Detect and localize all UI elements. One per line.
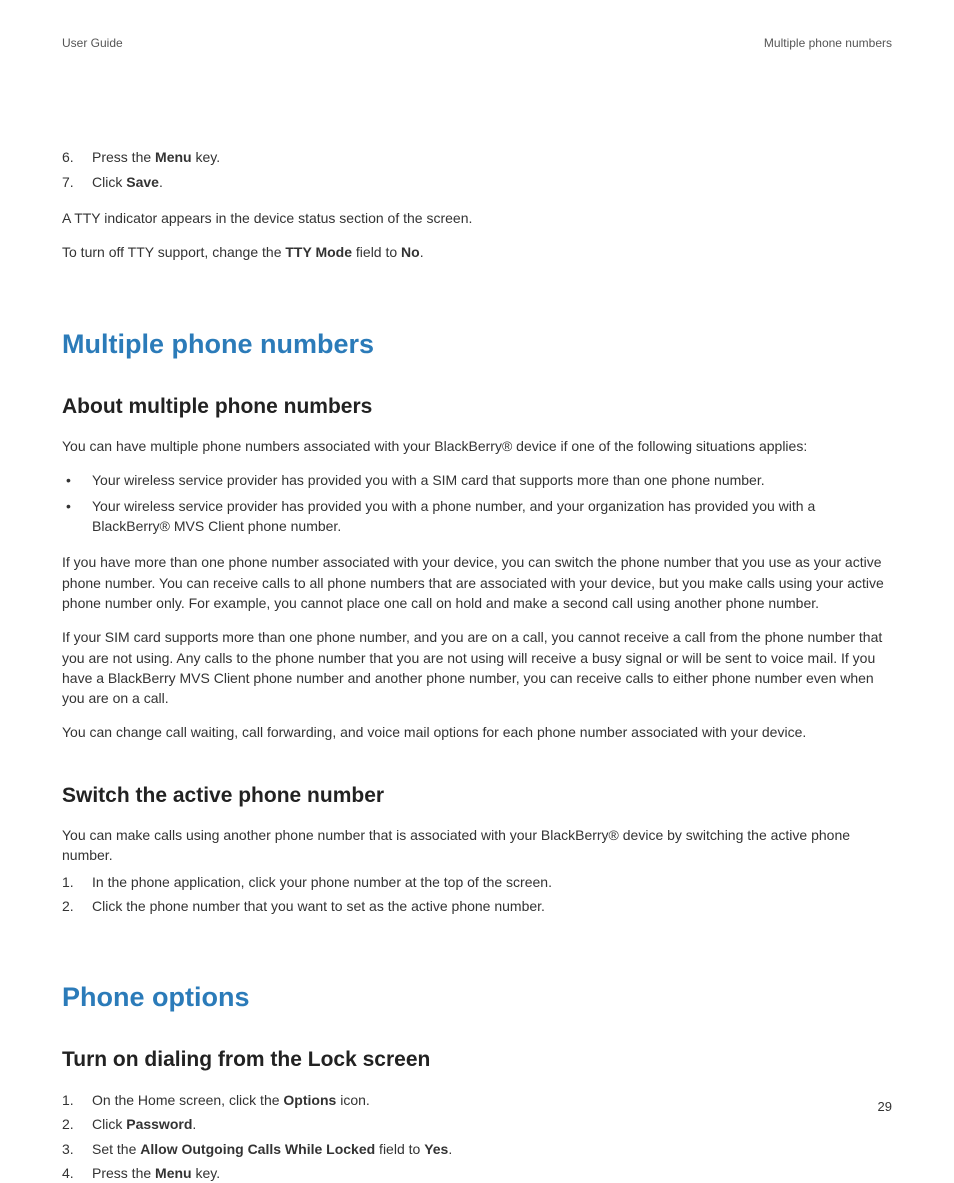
- subsection-about-multiple: About multiple phone numbers: [62, 392, 892, 422]
- lock-screen-steps: On the Home screen, click the Options ic…: [92, 1090, 892, 1183]
- about-para-3: You can change call waiting, call forwar…: [62, 722, 892, 742]
- page-header: User Guide Multiple phone numbers: [62, 35, 892, 52]
- lock-step-1: On the Home screen, click the Options ic…: [92, 1090, 892, 1110]
- bold: Menu: [155, 1165, 192, 1181]
- bold: Password: [126, 1116, 192, 1132]
- bullet-item: Your wireless service provider has provi…: [92, 496, 892, 537]
- subsection-lock-screen-dialing: Turn on dialing from the Lock screen: [62, 1045, 892, 1075]
- bold: No: [401, 244, 420, 260]
- text: field to: [375, 1141, 424, 1157]
- switch-step-2: Click the phone number that you want to …: [92, 896, 892, 916]
- bold: TTY Mode: [285, 244, 352, 260]
- text: key.: [192, 149, 221, 165]
- step-6: Press the Menu key.: [92, 147, 892, 167]
- bold: Options: [283, 1092, 336, 1108]
- section-heading-multiple-phone-numbers: Multiple phone numbers: [62, 325, 892, 364]
- text: To turn off TTY support, change the: [62, 244, 285, 260]
- bullet-item: Your wireless service provider has provi…: [92, 470, 892, 490]
- header-right: Multiple phone numbers: [764, 35, 892, 52]
- step-7: Click Save.: [92, 172, 892, 192]
- page-number: 29: [878, 1098, 892, 1117]
- tty-indicator-note: A TTY indicator appears in the device st…: [62, 208, 892, 228]
- tty-off-note: To turn off TTY support, change the TTY …: [62, 242, 892, 262]
- lock-step-3: Set the Allow Outgoing Calls While Locke…: [92, 1139, 892, 1159]
- switch-intro: You can make calls using another phone n…: [62, 825, 892, 866]
- lock-step-2: Click Password.: [92, 1114, 892, 1134]
- text: Set the: [92, 1141, 140, 1157]
- provider-situations-list: Your wireless service provider has provi…: [92, 470, 892, 536]
- header-left: User Guide: [62, 35, 123, 52]
- bold: Yes: [424, 1141, 448, 1157]
- switch-step-1: In the phone application, click your pho…: [92, 872, 892, 892]
- text: .: [420, 244, 424, 260]
- bold: Save: [126, 174, 159, 190]
- text: .: [192, 1116, 196, 1132]
- continued-steps: Press the Menu key. Click Save.: [92, 147, 892, 192]
- text: field to: [352, 244, 401, 260]
- text: On the Home screen, click the: [92, 1092, 283, 1108]
- switch-steps: In the phone application, click your pho…: [92, 872, 892, 917]
- about-para-2: If your SIM card supports more than one …: [62, 627, 892, 708]
- bold: Menu: [155, 149, 192, 165]
- subsection-switch-active: Switch the active phone number: [62, 781, 892, 811]
- text: Click: [92, 174, 126, 190]
- text: key.: [192, 1165, 221, 1181]
- section-heading-phone-options: Phone options: [62, 978, 892, 1017]
- about-intro: You can have multiple phone numbers asso…: [62, 436, 892, 456]
- text: .: [159, 174, 163, 190]
- text: Click: [92, 1116, 126, 1132]
- about-para-1: If you have more than one phone number a…: [62, 552, 892, 613]
- text: Press the: [92, 149, 155, 165]
- text: icon.: [336, 1092, 369, 1108]
- lock-step-4: Press the Menu key.: [92, 1163, 892, 1183]
- text: Press the: [92, 1165, 155, 1181]
- bold: Allow Outgoing Calls While Locked: [140, 1141, 375, 1157]
- text: .: [448, 1141, 452, 1157]
